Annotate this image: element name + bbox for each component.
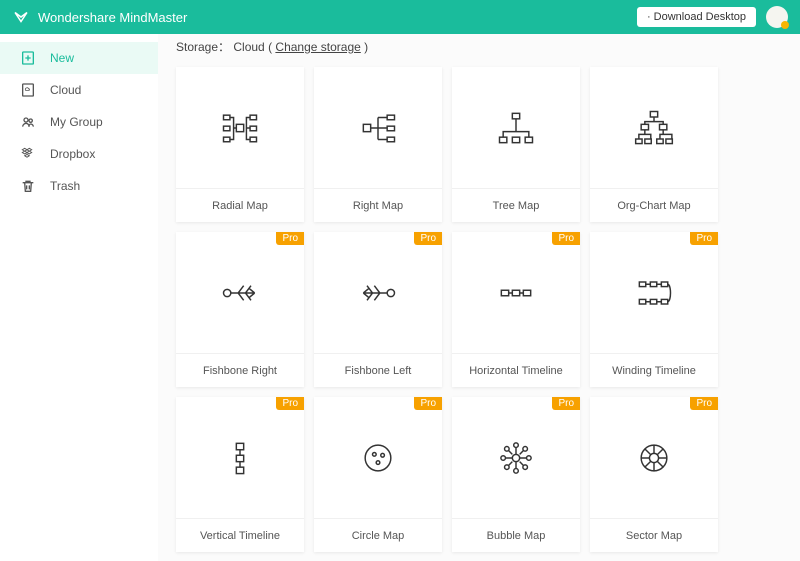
- new-icon: [20, 50, 36, 66]
- tree-map-icon: [452, 67, 580, 188]
- template-label: Right Map: [314, 188, 442, 222]
- template-label: Sector Map: [590, 518, 718, 552]
- brand-label: Wondershare MindMaster: [38, 10, 187, 25]
- pro-badge: Pro: [414, 232, 442, 245]
- vertical-timeline-icon: [176, 397, 304, 518]
- template-grid: Radial Map Right Map Tree Map Org-Chart …: [176, 67, 782, 552]
- template-card-circle-map[interactable]: Pro Circle Map: [314, 397, 442, 552]
- dropbox-icon: [20, 146, 36, 162]
- sidebar-item-label: Trash: [50, 179, 80, 193]
- logo-icon: [12, 8, 30, 26]
- template-card-fishbone-left[interactable]: Pro Fishbone Left: [314, 232, 442, 387]
- sidebar-item-mygroup[interactable]: My Group: [0, 106, 158, 138]
- sidebar-item-label: New: [50, 51, 74, 65]
- circle-map-icon: [314, 397, 442, 518]
- template-card-sector-map[interactable]: Pro Sector Map: [590, 397, 718, 552]
- sidebar-item-label: My Group: [50, 115, 103, 129]
- fishbone-right-icon: [176, 232, 304, 353]
- sidebar-item-label: Cloud: [50, 83, 81, 97]
- pro-badge: Pro: [276, 232, 304, 245]
- storage-line: Storage： Cloud ( Change storage ): [176, 34, 782, 67]
- brand: Wondershare MindMaster: [12, 8, 187, 26]
- header-right: · Download Desktop: [637, 6, 788, 28]
- sidebar: New Cloud My Group Dropbox Trash: [0, 34, 158, 561]
- template-card-bubble-map[interactable]: Pro Bubble Map: [452, 397, 580, 552]
- template-label: Bubble Map: [452, 518, 580, 552]
- orgchart-map-icon: [590, 67, 718, 188]
- bubble-map-icon: [452, 397, 580, 518]
- cloud-icon: [20, 82, 36, 98]
- template-card-fishbone-right[interactable]: Pro Fishbone Right: [176, 232, 304, 387]
- template-label: Tree Map: [452, 188, 580, 222]
- template-label: Fishbone Right: [176, 353, 304, 387]
- sidebar-item-cloud[interactable]: Cloud: [0, 74, 158, 106]
- pro-badge: Pro: [552, 232, 580, 245]
- template-card-right-map[interactable]: Right Map: [314, 67, 442, 222]
- trash-icon: [20, 178, 36, 194]
- right-map-icon: [314, 67, 442, 188]
- sidebar-item-dropbox[interactable]: Dropbox: [0, 138, 158, 170]
- storage-location: Cloud: [233, 40, 264, 54]
- avatar[interactable]: [766, 6, 788, 28]
- template-card-horizontal-timeline[interactable]: Pro Horizontal Timeline: [452, 232, 580, 387]
- change-storage-link[interactable]: Change storage: [275, 40, 360, 54]
- template-card-winding-timeline[interactable]: Pro Winding Timeline: [590, 232, 718, 387]
- group-icon: [20, 114, 36, 130]
- pro-badge: Pro: [690, 397, 718, 410]
- fishbone-left-icon: [314, 232, 442, 353]
- pro-badge: Pro: [276, 397, 304, 410]
- sector-map-icon: [590, 397, 718, 518]
- template-label: Horizontal Timeline: [452, 353, 580, 387]
- sidebar-item-new[interactable]: New: [0, 42, 158, 74]
- pro-badge: Pro: [552, 397, 580, 410]
- template-label: Radial Map: [176, 188, 304, 222]
- storage-prefix: Storage：: [176, 40, 230, 54]
- download-desktop-button[interactable]: · Download Desktop: [637, 7, 756, 27]
- template-card-radial-map[interactable]: Radial Map: [176, 67, 304, 222]
- pro-badge: Pro: [414, 397, 442, 410]
- template-label: Circle Map: [314, 518, 442, 552]
- template-card-orgchart-map[interactable]: Org-Chart Map: [590, 67, 718, 222]
- horizontal-timeline-icon: [452, 232, 580, 353]
- winding-timeline-icon: [590, 232, 718, 353]
- template-card-tree-map[interactable]: Tree Map: [452, 67, 580, 222]
- pro-badge: Pro: [690, 232, 718, 245]
- app-header: Wondershare MindMaster · Download Deskto…: [0, 0, 800, 34]
- sidebar-item-trash[interactable]: Trash: [0, 170, 158, 202]
- sidebar-item-label: Dropbox: [50, 147, 95, 161]
- template-label: Org-Chart Map: [590, 188, 718, 222]
- template-card-vertical-timeline[interactable]: Pro Vertical Timeline: [176, 397, 304, 552]
- main-content: Storage： Cloud ( Change storage ) Radial…: [158, 34, 800, 561]
- template-label: Winding Timeline: [590, 353, 718, 387]
- template-label: Fishbone Left: [314, 353, 442, 387]
- template-label: Vertical Timeline: [176, 518, 304, 552]
- radial-map-icon: [176, 67, 304, 188]
